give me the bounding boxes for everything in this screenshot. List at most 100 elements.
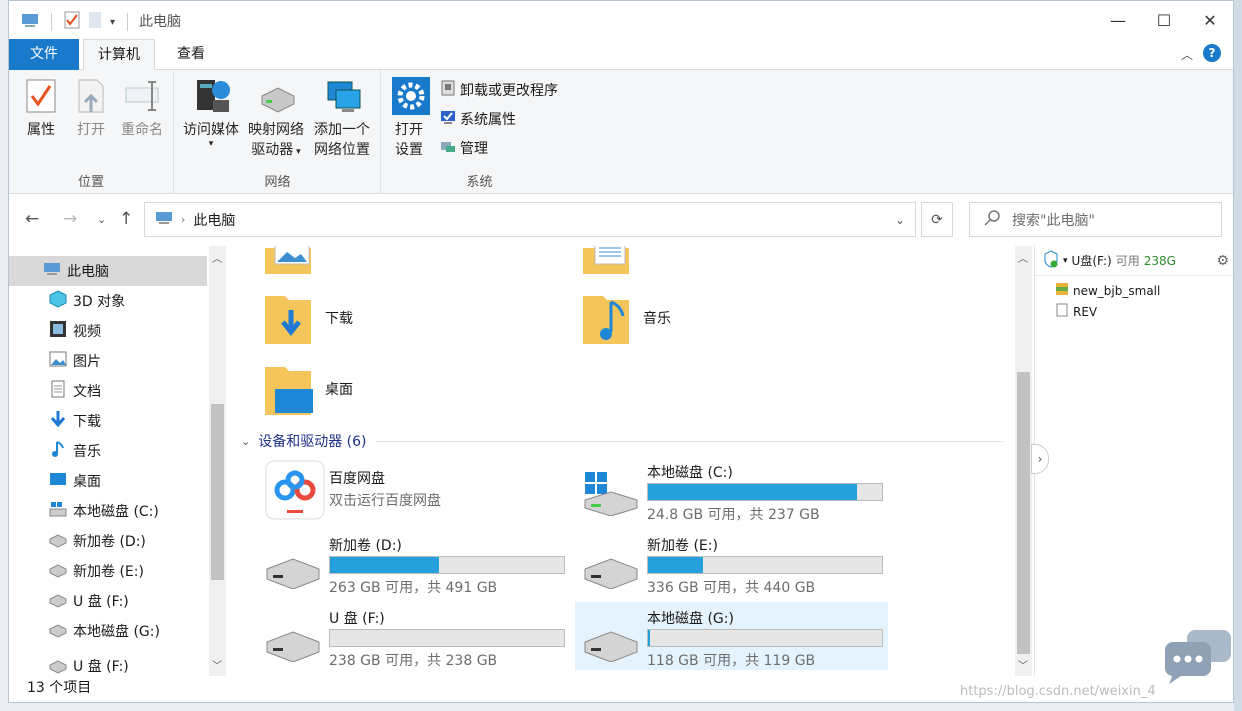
folder-label: 音乐 — [643, 308, 671, 328]
nav-label: 文档 — [73, 381, 101, 401]
drive-icon — [49, 656, 67, 676]
drive-g[interactable]: 本地磁盘 (G:) 118 GB 可用，共 119 GB — [575, 602, 888, 670]
breadcrumb-this-pc[interactable]: 此电脑 — [193, 210, 235, 230]
system-properties-icon — [440, 109, 456, 129]
system-properties-button[interactable]: 系统属性 — [440, 109, 516, 129]
maximize-button[interactable]: ☐ — [1141, 1, 1187, 39]
nav-item-3d-objects[interactable]: 3D 对象 — [9, 286, 207, 316]
music-folder-icon — [581, 288, 633, 348]
address-dropdown-icon[interactable]: ⌄ — [895, 213, 905, 227]
preview-file-item[interactable]: REV — [1055, 303, 1097, 320]
rename-button[interactable]: 重命名 — [117, 76, 167, 140]
open-settings-button[interactable]: 打开 设置 — [388, 76, 430, 160]
drive-icon — [583, 616, 639, 662]
tab-file[interactable]: 文件 — [9, 39, 79, 70]
preview-file-item[interactable]: new_bjb_small — [1055, 282, 1160, 299]
breadcrumb-chevron-icon[interactable]: › — [181, 213, 185, 226]
drive-e[interactable]: 新加卷 (E:) 336 GB 可用，共 440 GB — [575, 531, 888, 597]
window-controls: — ☐ ✕ — [1095, 1, 1233, 39]
drive-f[interactable]: U 盘 (F:) 238 GB 可用，共 238 GB — [257, 604, 570, 670]
nav-label: 本地磁盘 (G:) — [73, 621, 160, 641]
drive-usage-bar — [329, 556, 565, 574]
nav-item-desktop[interactable]: 桌面 — [9, 466, 207, 496]
dropdown-arrow-icon: ▾ — [179, 140, 243, 148]
chat-bubble-icon[interactable] — [1163, 628, 1233, 688]
scroll-down-icon[interactable]: ﹀ — [212, 657, 222, 672]
scroll-up-icon[interactable]: ︿ — [212, 250, 222, 265]
forward-button[interactable]: → — [63, 209, 77, 229]
up-button[interactable]: ↑ — [119, 209, 133, 229]
manage-icon — [440, 138, 456, 158]
folder-music[interactable]: 音乐 — [581, 288, 671, 348]
tab-computer[interactable]: 计算机 — [83, 39, 155, 71]
search-box[interactable]: 搜索"此电脑" — [969, 202, 1222, 237]
drive-name: 本地磁盘 (C:) — [647, 462, 733, 482]
nav-scrollbar[interactable]: ︿ ﹀ — [209, 246, 226, 676]
nav-item-downloads[interactable]: 下载 — [9, 406, 207, 436]
tab-view[interactable]: 查看 — [163, 39, 219, 70]
map-network-drive-button[interactable]: 映射网络 驱动器 ▾ — [243, 76, 309, 162]
help-icon[interactable]: ? — [1203, 44, 1221, 62]
back-button[interactable]: ← — [25, 209, 39, 229]
rename-label: 重命名 — [117, 120, 167, 140]
picture-icon — [49, 350, 67, 372]
dropdown-arrow-icon[interactable]: ▾ — [1063, 256, 1068, 266]
nav-item-music[interactable]: 音乐 — [9, 436, 207, 466]
file-icon — [1055, 303, 1069, 320]
desktop-icon — [49, 470, 67, 492]
content-scrollbar[interactable]: ︿ ﹀ — [1015, 246, 1032, 676]
open-icon — [73, 76, 109, 116]
content-scroll-thumb[interactable] — [1017, 372, 1030, 654]
open-button[interactable]: 打开 — [71, 76, 111, 140]
nav-label: 本地磁盘 (C:) — [73, 501, 159, 521]
properties-quick-icon[interactable] — [64, 11, 80, 33]
devices-section-header[interactable]: ⌄ 设备和驱动器 (6) — [241, 431, 1003, 451]
nav-item-documents[interactable]: 文档 — [9, 376, 207, 406]
drive-usage-bar — [647, 629, 883, 647]
drive-name: 百度网盘 — [329, 468, 385, 488]
manage-button[interactable]: 管理 — [440, 138, 488, 158]
nav-label: 3D 对象 — [73, 291, 125, 311]
scroll-up-icon[interactable]: ︿ — [1018, 250, 1028, 265]
drive-baidu[interactable]: 百度网盘 双击运行百度网盘 — [257, 458, 570, 524]
recent-locations-icon[interactable]: ⌄ — [97, 213, 106, 226]
nav-scroll-thumb[interactable] — [211, 404, 224, 580]
add-network-location-button[interactable]: 添加一个 网络位置 — [309, 76, 375, 160]
nav-item-drive-f[interactable]: U 盘 (F:) — [9, 586, 207, 616]
customize-dropdown-icon[interactable]: ▾ — [110, 17, 115, 28]
scroll-down-icon[interactable]: ﹀ — [1018, 657, 1028, 672]
nav-item-drive-f-usb[interactable]: U 盘 (F:) — [9, 656, 207, 676]
nav-item-drive-g[interactable]: 本地磁盘 (G:) — [9, 616, 207, 646]
properties-button[interactable]: 属性 — [19, 76, 63, 140]
drive-usage-fill — [648, 557, 703, 573]
folder-downloads[interactable]: 下载 — [263, 288, 353, 348]
gear-icon[interactable]: ⚙ — [1216, 253, 1229, 269]
nav-item-drive-e[interactable]: 新加卷 (E:) — [9, 556, 207, 586]
navigation-pane: 此电脑 3D 对象 视频 图片 文档 下载 音乐 桌面 本地磁盘 (C:) 新加… — [9, 246, 227, 676]
minimize-button[interactable]: — — [1095, 1, 1141, 39]
refresh-button[interactable]: ⟳ — [921, 202, 953, 237]
access-media-button[interactable]: 访问媒体 ▾ — [179, 76, 243, 148]
drive-name: 新加卷 (D:) — [329, 535, 402, 555]
new-folder-quick-icon[interactable] — [88, 11, 102, 33]
folder-pictures-partial[interactable] — [263, 246, 313, 274]
collapse-ribbon-icon[interactable]: ︿ — [1181, 46, 1193, 63]
close-button[interactable]: ✕ — [1187, 1, 1233, 39]
drive-info: 双击运行百度网盘 — [329, 490, 441, 510]
nav-item-pictures[interactable]: 图片 — [9, 346, 207, 376]
address-box[interactable]: › 此电脑 ⌄ — [144, 202, 916, 237]
nav-item-videos[interactable]: 视频 — [9, 316, 207, 346]
folder-desktop[interactable]: 桌面 — [263, 359, 353, 419]
preview-free-label: 可用 — [1116, 252, 1140, 269]
drive-d[interactable]: 新加卷 (D:) 263 GB 可用，共 491 GB — [257, 531, 570, 597]
nav-item-drive-d[interactable]: 新加卷 (D:) — [9, 526, 207, 556]
drive-c[interactable]: 本地磁盘 (C:) 24.8 GB 可用，共 237 GB — [575, 458, 888, 524]
cube-3d-icon — [49, 290, 67, 312]
ribbon: 属性 打开 重命名 位置 访问媒体 ▾ 映射网络 驱动器 ▾ 添加一个 网络位置… — [9, 70, 1233, 194]
folder-documents-partial[interactable] — [581, 246, 631, 274]
uninstall-programs-button[interactable]: 卸载或更改程序 — [440, 80, 558, 100]
nav-item-drive-c[interactable]: 本地磁盘 (C:) — [9, 496, 207, 526]
uninstall-label: 卸载或更改程序 — [460, 80, 558, 100]
nav-item-this-pc[interactable]: 此电脑 — [9, 256, 207, 286]
preview-file-name: new_bjb_small — [1073, 284, 1160, 298]
